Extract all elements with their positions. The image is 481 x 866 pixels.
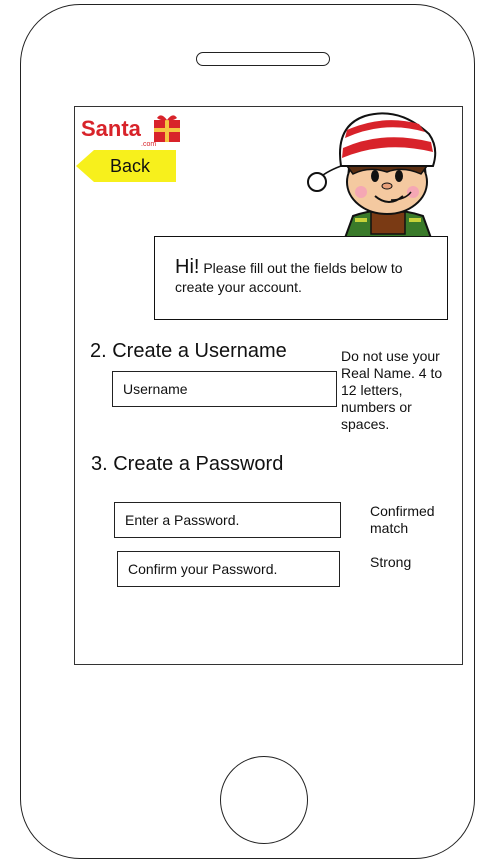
match-status: Confirmed match — [370, 503, 435, 536]
password-heading: 3. Create a Password — [91, 453, 284, 475]
username-hint: Do not use your Real Name. 4 to 12 lette… — [341, 348, 443, 432]
back-button[interactable]: Back — [76, 148, 176, 184]
elf-illustration — [295, 108, 463, 239]
username-heading: 2. Create a Username — [90, 340, 287, 362]
speaker-slot — [196, 52, 330, 66]
greeting-bubble: Hi! Please fill out the fields below to … — [154, 236, 448, 320]
logo-text: Santa — [81, 116, 142, 141]
strength-status: Strong — [370, 554, 412, 570]
back-label: Back — [110, 156, 151, 176]
greeting-hi: Hi! — [175, 256, 200, 278]
confirm-password-input[interactable]: Confirm your Password. — [117, 551, 340, 587]
password-input[interactable]: Enter a Password. — [114, 502, 341, 538]
logo-sub: .com — [141, 141, 156, 148]
home-button[interactable] — [220, 756, 308, 844]
gift-icon — [154, 115, 180, 142]
greeting-message: Please fill out the fields below to crea… — [175, 260, 403, 295]
username-input[interactable]: Username — [112, 371, 337, 407]
